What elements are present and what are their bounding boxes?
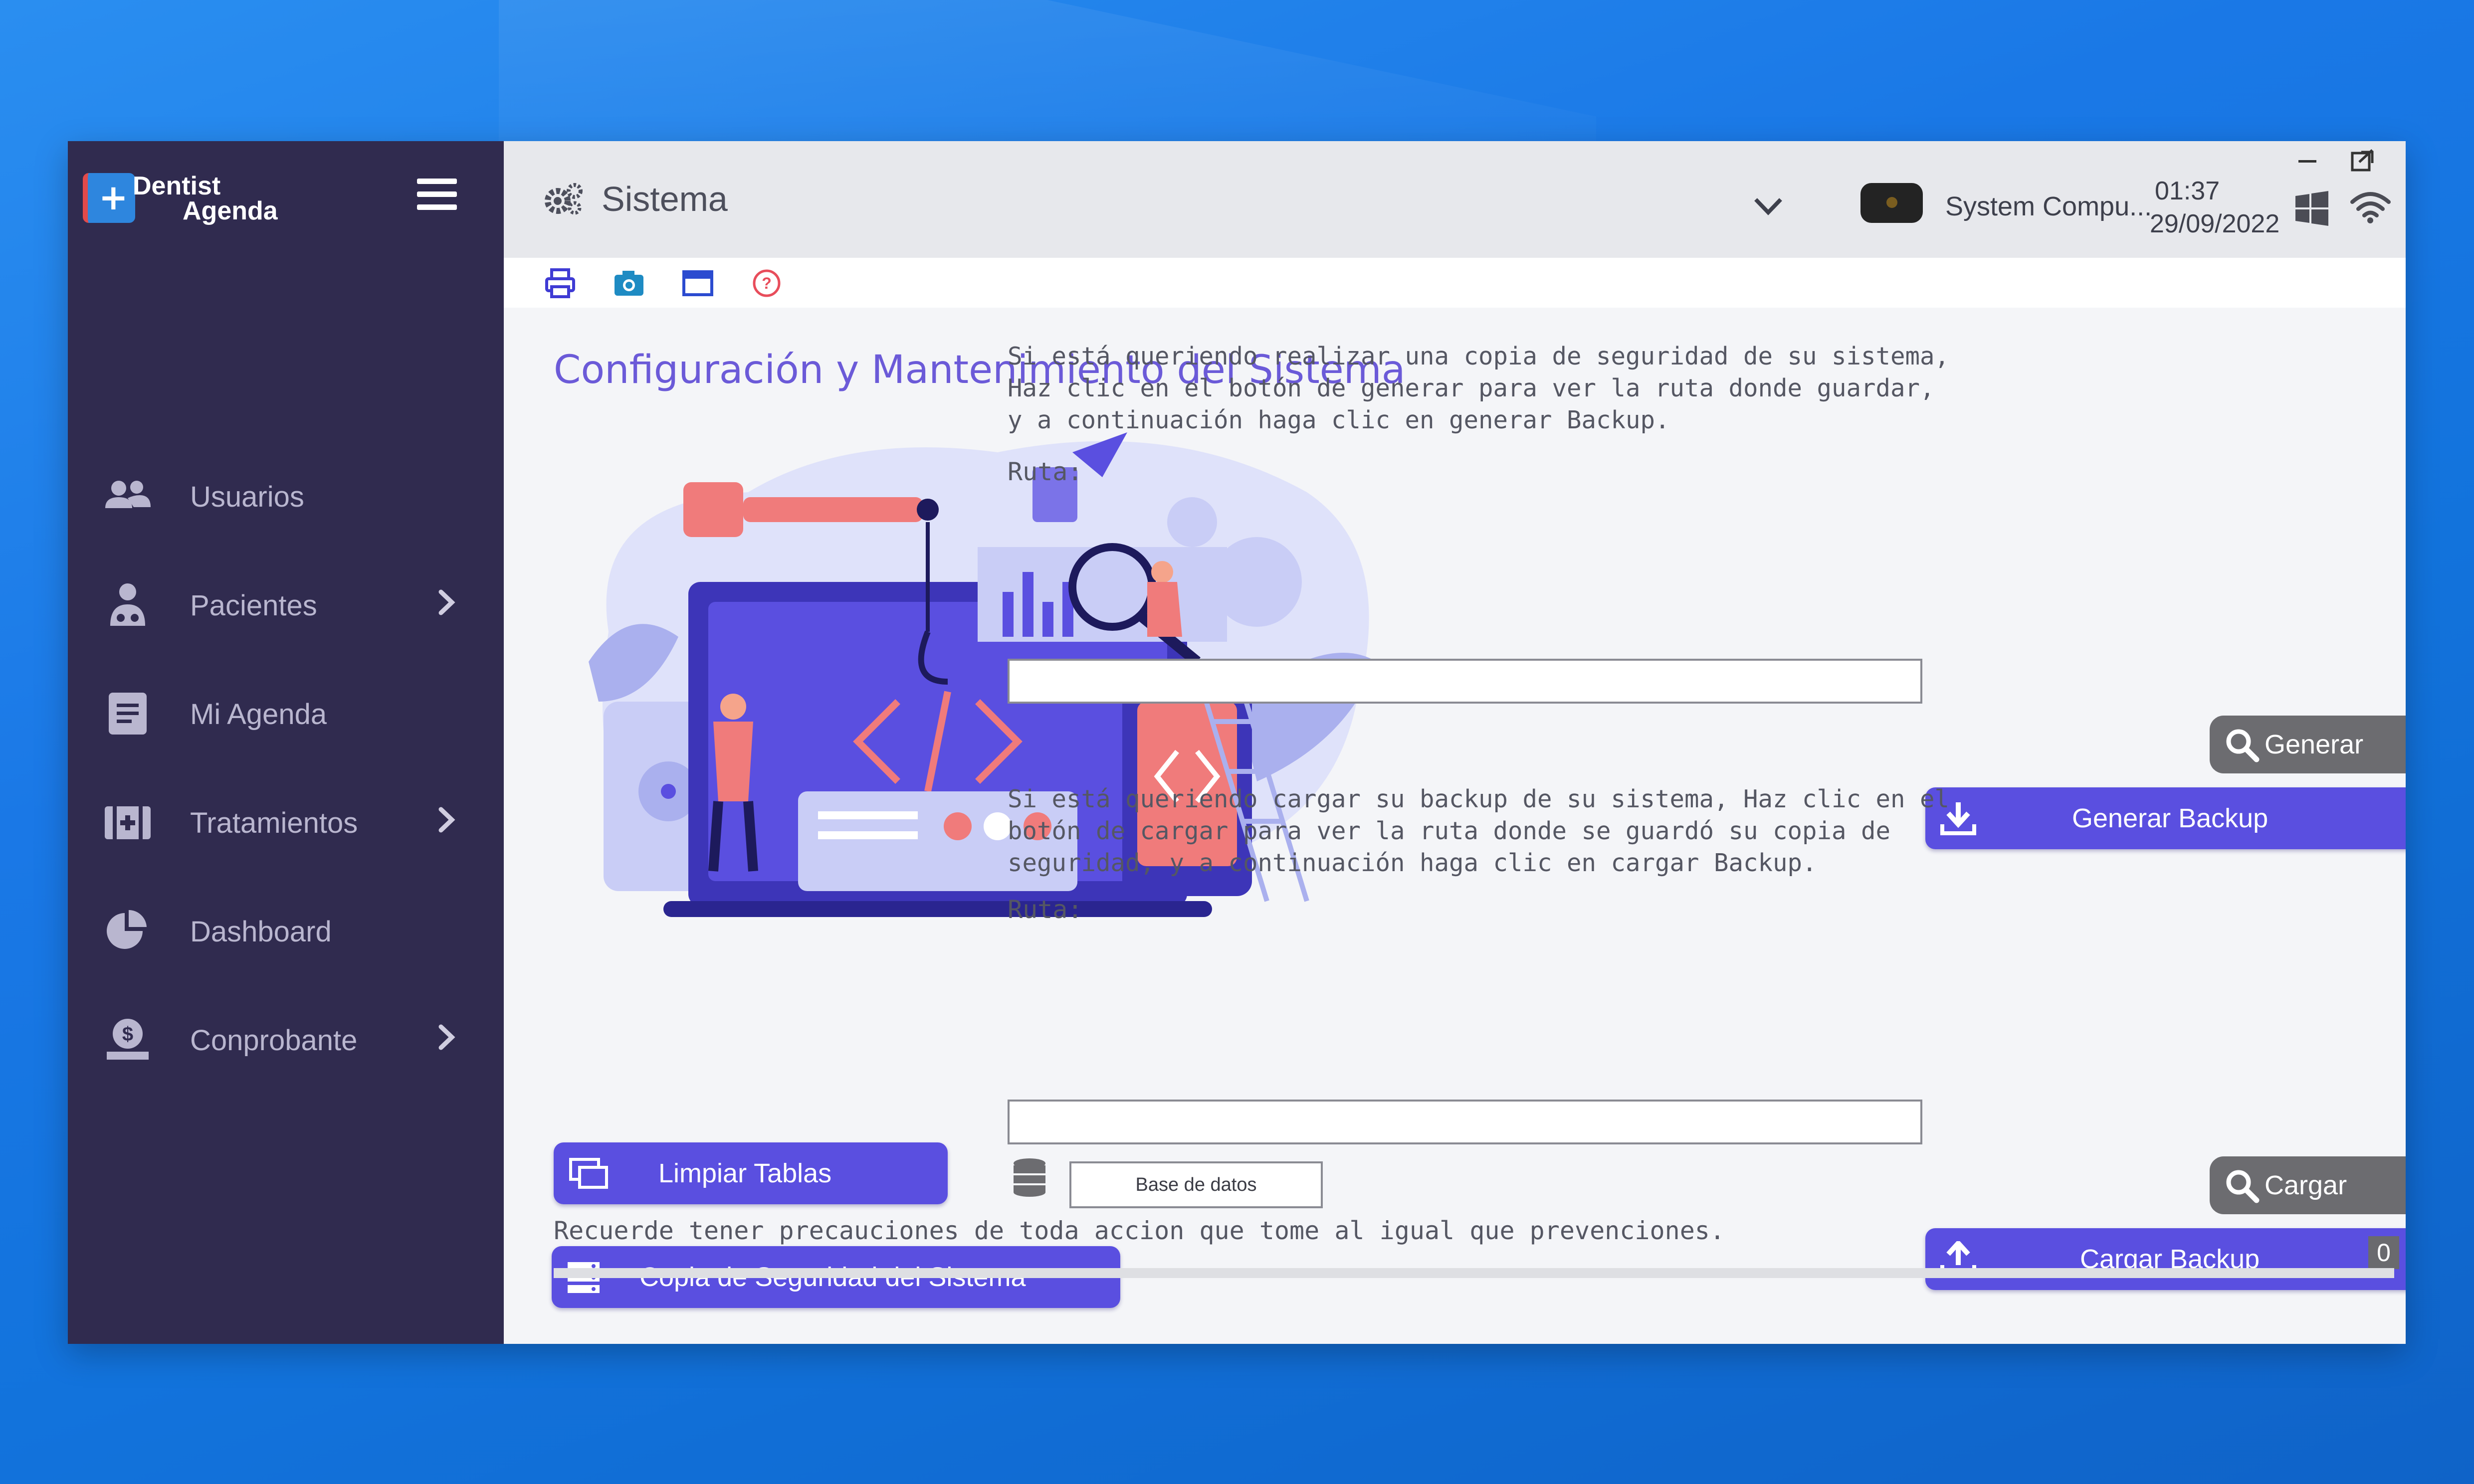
sidebar-item-label: Tratamientos (190, 807, 358, 839)
menu-toggle-icon[interactable] (417, 179, 457, 213)
counter-badge: 0 (2368, 1236, 2399, 1269)
chevron-right-icon (438, 807, 455, 833)
help-icon[interactable]: ? (750, 267, 783, 300)
wifi-icon (2350, 192, 2391, 223)
window-icon[interactable] (681, 267, 714, 300)
close-icon[interactable] (2399, 146, 2406, 176)
clean-tables-label: Limpiar Tablas (658, 1158, 832, 1188)
device-icon (1860, 183, 1923, 223)
search-icon (2226, 729, 2260, 762)
chevron-right-icon (438, 1024, 455, 1050)
toolbar: ? (504, 258, 2406, 308)
backup-ruta-label: Ruta: (1008, 457, 1083, 486)
clean-tables-icon (569, 1158, 608, 1189)
footer-warning-text: Recuerde tener precauciones de toda acci… (554, 1216, 1725, 1245)
money-icon: $ (107, 1019, 149, 1060)
chevron-right-icon (438, 589, 455, 615)
patient-icon (110, 583, 145, 626)
generate-button[interactable]: Generar (2210, 716, 2406, 773)
app-window: Dentist Agenda Usuarios (68, 141, 2406, 1344)
sidebar-item-dashboard[interactable]: Dashboard (68, 875, 504, 984)
svg-text:$: $ (122, 1023, 133, 1045)
clock-date: 29/09/2022 (2150, 209, 2280, 238)
load-backup-label: Cargar Backup (2080, 1244, 2260, 1274)
windows-icon (2295, 191, 2328, 226)
main-content: Configuración y Mantenimiento del Sistem… (504, 308, 2406, 1344)
backup-info-text: Si está queriendo realizar una copia de … (1008, 342, 1950, 434)
generate-backup-label: Generar Backup (2072, 803, 2268, 833)
logo-icon (83, 173, 135, 223)
search-icon (2226, 1170, 2260, 1203)
system-name: System Compu... (1945, 191, 2152, 221)
users-icon (105, 481, 151, 508)
logo-text-agenda: Agenda (183, 196, 278, 225)
svg-text:?: ? (762, 274, 772, 292)
pie-chart-icon (107, 910, 147, 949)
horizontal-scrollbar[interactable] (554, 1268, 2394, 1278)
sidebar-item-label: Pacientes (190, 589, 317, 622)
agenda-icon (109, 693, 147, 735)
generate-backup-button[interactable]: Generar Backup (1925, 787, 2406, 849)
load-label: Cargar (2265, 1170, 2347, 1200)
app-logo: Dentist Agenda (83, 166, 292, 231)
database-icon (1014, 1158, 1045, 1197)
database-name-field[interactable]: Base de datos (1069, 1161, 1323, 1208)
camera-icon[interactable] (613, 267, 645, 300)
medical-kit-icon (105, 806, 151, 839)
clean-tables-button[interactable]: Limpiar Tablas (554, 1142, 948, 1204)
header-bar: Sistema System Compu... 01:37 29/09/2022 (504, 141, 2406, 258)
backup-path-input[interactable] (1008, 659, 1922, 704)
printer-icon[interactable] (544, 267, 577, 300)
sidebar: Dentist Agenda Usuarios (68, 141, 504, 1344)
restore-info-text: Si está queriendo cargar su backup de su… (1008, 785, 1950, 877)
generate-label: Generar (2265, 730, 2364, 759)
clock-time: 01:37 (2155, 177, 2220, 205)
sidebar-item-label: Conprobante (190, 1024, 358, 1057)
sidebar-item-mi-agenda[interactable]: Mi Agenda (68, 658, 504, 766)
sidebar-item-tratamientos[interactable]: Tratamientos (68, 766, 504, 875)
sidebar-item-pacientes[interactable]: Pacientes (68, 549, 504, 658)
gears-icon (545, 183, 583, 215)
restore-ruta-label: Ruta: (1008, 895, 1083, 924)
sidebar-item-conprobante[interactable]: $ Conprobante (68, 984, 504, 1093)
sidebar-item-usuarios[interactable]: Usuarios (68, 440, 504, 549)
sidebar-item-label: Dashboard (190, 916, 332, 948)
sidebar-item-label: Usuarios (190, 481, 304, 513)
chevron-down-icon[interactable] (1751, 193, 1786, 218)
sidebar-item-label: Mi Agenda (190, 698, 327, 731)
load-backup-button[interactable]: Cargar Backup (1925, 1228, 2406, 1290)
sidebar-nav: Usuarios Pacientes Mi Agenda Tratamiento… (68, 440, 504, 1093)
restore-path-input[interactable] (1008, 1100, 1922, 1144)
load-button[interactable]: Cargar (2210, 1156, 2406, 1214)
minimize-icon[interactable] (2289, 146, 2324, 176)
restore-window-icon[interactable] (2344, 146, 2379, 176)
page-section-title: Sistema (602, 180, 728, 218)
